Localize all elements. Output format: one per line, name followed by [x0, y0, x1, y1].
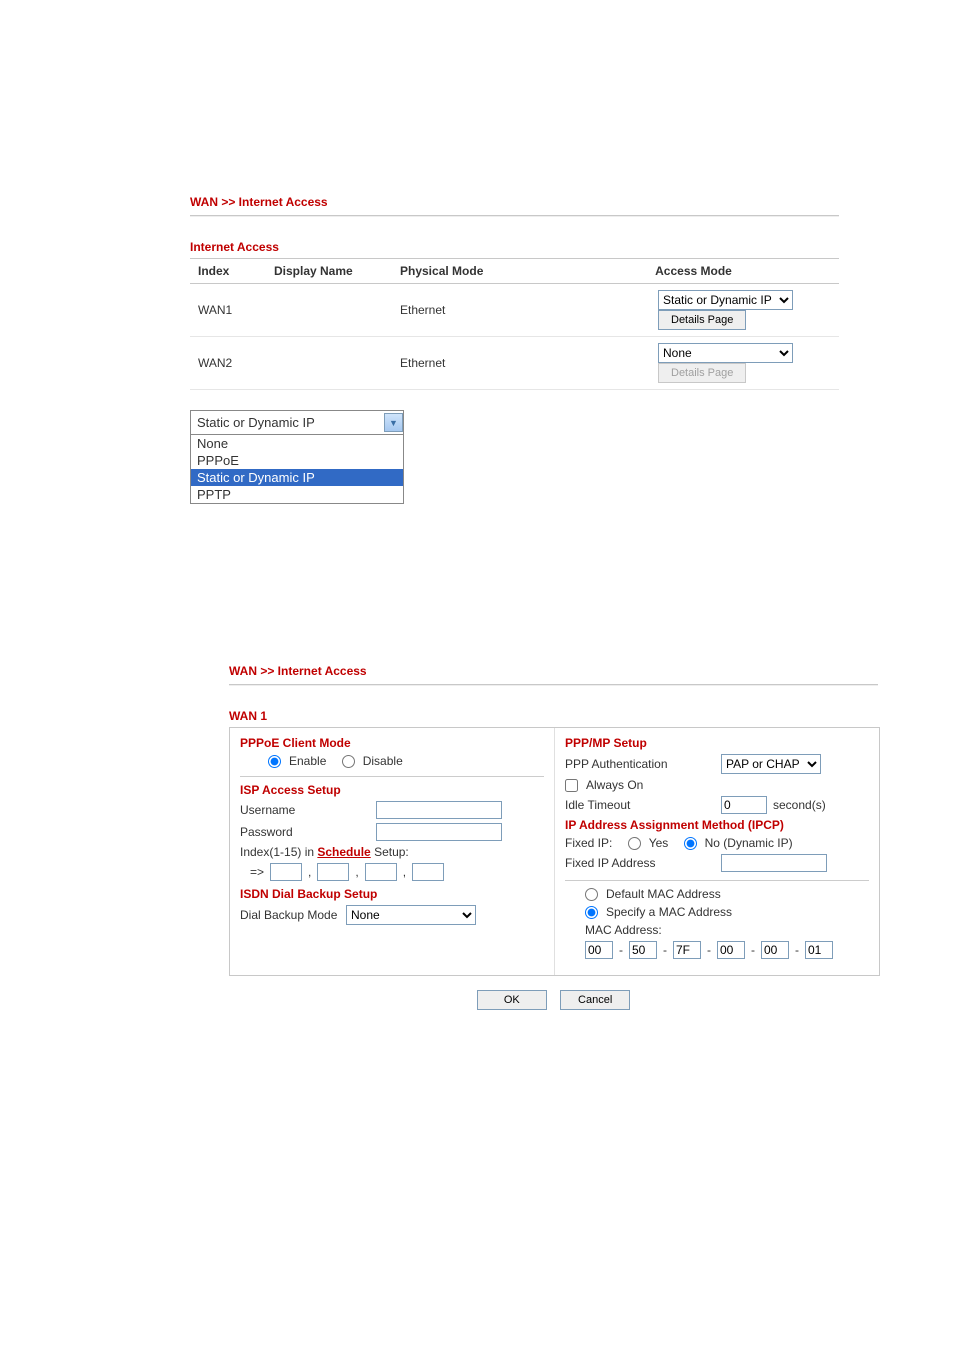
fixed-ip-label: Fixed IP:	[565, 836, 612, 850]
ppp-auth-select[interactable]: PAP or CHAP	[721, 754, 821, 774]
wan1-panel: PPPoE Client Mode Enable Disable ISP Acc…	[229, 727, 880, 976]
username-label: Username	[240, 803, 370, 817]
schedule-arrow: =>	[250, 865, 264, 879]
dropdown-option-static-dynamic[interactable]: Static or Dynamic IP	[191, 469, 403, 486]
row-index: WAN2	[190, 337, 266, 390]
details-page-button-wan2: Details Page	[658, 363, 746, 383]
ppp-mp-setup-title: PPP/MP Setup	[565, 736, 869, 750]
col-physical-mode: Physical Mode	[392, 259, 548, 284]
details-page-button-wan1[interactable]: Details Page	[658, 310, 746, 330]
mac-specify-label: Specify a MAC Address	[606, 905, 732, 919]
dial-backup-mode-label: Dial Backup Mode	[240, 908, 340, 922]
schedule-index-4[interactable]	[412, 863, 444, 881]
cancel-button[interactable]: Cancel	[560, 990, 630, 1010]
divider	[565, 880, 869, 881]
pppoe-enable-radio[interactable]	[268, 755, 281, 768]
row-display-name	[266, 337, 392, 390]
idle-timeout-input[interactable]	[721, 796, 767, 814]
mac-octet-1[interactable]	[585, 941, 613, 959]
schedule-index-3[interactable]	[365, 863, 397, 881]
fixed-ip-yes-label: Yes	[649, 836, 669, 850]
mac-default-radio[interactable]	[585, 888, 598, 901]
always-on-label: Always On	[586, 778, 643, 792]
access-mode-select-wan2[interactable]: None	[658, 343, 793, 363]
internet-access-title: Internet Access	[190, 240, 839, 254]
mac-octet-3[interactable]	[673, 941, 701, 959]
pppoe-client-mode-title: PPPoE Client Mode	[240, 736, 544, 750]
schedule-index-1[interactable]	[270, 863, 302, 881]
mac-octet-2[interactable]	[629, 941, 657, 959]
pppoe-enable-label: Enable	[289, 754, 326, 768]
row-display-name	[266, 284, 392, 337]
row-physical-mode: Ethernet	[392, 284, 548, 337]
fixed-ip-address-input[interactable]	[721, 854, 827, 872]
idle-timeout-label: Idle Timeout	[565, 798, 715, 812]
always-on-checkbox[interactable]	[565, 779, 578, 792]
chevron-down-icon[interactable]: ▼	[384, 413, 403, 432]
schedule-post: Setup:	[371, 845, 409, 859]
internet-access-table: Index Display Name Physical Mode Access …	[190, 258, 839, 390]
mac-octet-4[interactable]	[717, 941, 745, 959]
isp-access-setup-title: ISP Access Setup	[240, 783, 544, 797]
schedule-index-2[interactable]	[317, 863, 349, 881]
username-input[interactable]	[376, 801, 502, 819]
dropdown-option-pptp[interactable]: PPTP	[191, 486, 403, 503]
pppoe-disable-radio[interactable]	[342, 755, 355, 768]
mac-address-label: MAC Address:	[585, 923, 662, 937]
schedule-pre: Index(1-15) in	[240, 845, 317, 859]
seconds-label: second(s)	[773, 798, 826, 812]
mac-octet-6[interactable]	[805, 941, 833, 959]
table-row: WAN2 Ethernet None Details Page	[190, 337, 839, 390]
row-physical-mode: Ethernet	[392, 337, 548, 390]
isdn-dial-backup-title: ISDN Dial Backup Setup	[240, 887, 544, 901]
dial-backup-mode-select[interactable]: None	[346, 905, 476, 925]
breadcrumb: WAN >> Internet Access	[229, 664, 878, 684]
divider	[190, 215, 839, 216]
col-display-name: Display Name	[266, 259, 392, 284]
wan1-title: WAN 1	[229, 709, 878, 723]
col-access-mode: Access Mode	[548, 259, 839, 284]
mac-specify-radio[interactable]	[585, 906, 598, 919]
access-mode-dropdown-open[interactable]: Static or Dynamic IP ▼ None PPPoE Static…	[190, 410, 404, 504]
dropdown-option-none[interactable]: None	[191, 435, 403, 452]
divider	[240, 776, 544, 777]
ok-button[interactable]: OK	[477, 990, 547, 1010]
ppp-auth-label: PPP Authentication	[565, 757, 715, 771]
fixed-ip-no-radio[interactable]	[684, 837, 697, 850]
pppoe-disable-label: Disable	[363, 754, 403, 768]
dropdown-selected: Static or Dynamic IP	[197, 415, 315, 430]
access-mode-select-wan1[interactable]: Static or Dynamic IP	[658, 290, 793, 310]
fixed-ip-no-label: No (Dynamic IP)	[705, 836, 793, 850]
col-index: Index	[190, 259, 266, 284]
divider	[229, 684, 878, 685]
breadcrumb: WAN >> Internet Access	[190, 195, 839, 215]
fixed-ip-yes-radio[interactable]	[628, 837, 641, 850]
mac-octet-5[interactable]	[761, 941, 789, 959]
row-index: WAN1	[190, 284, 266, 337]
password-label: Password	[240, 825, 370, 839]
table-row: WAN1 Ethernet Static or Dynamic IP Detai…	[190, 284, 839, 337]
ipcp-title: IP Address Assignment Method (IPCP)	[565, 818, 869, 832]
password-input[interactable]	[376, 823, 502, 841]
dropdown-option-pppoe[interactable]: PPPoE	[191, 452, 403, 469]
fixed-ip-address-label: Fixed IP Address	[565, 856, 715, 870]
schedule-link[interactable]: Schedule	[317, 845, 370, 859]
mac-default-label: Default MAC Address	[606, 887, 721, 901]
